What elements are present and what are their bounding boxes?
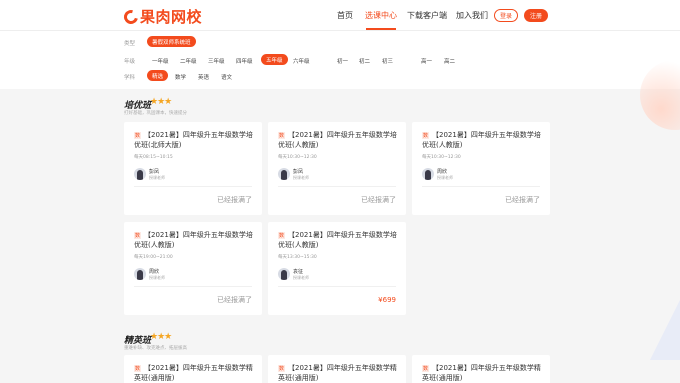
filter-type-label: 类型 [124,41,136,47]
course-title[interactable]: 【2021暑】四年级升五年级数学培优班(人教版) [422,130,546,150]
nav-download-client[interactable]: 下载客户端 [407,10,447,21]
filter-subject-english[interactable]: 英语 [198,73,209,81]
nav-home[interactable]: 首页 [337,10,353,21]
filter-grade-senior-2[interactable]: 高二 [444,57,455,65]
teacher-role: 授课老师 [437,175,453,180]
teacher-name: 彭凤 [293,169,304,175]
course-time: 每天13:30~15:30 [278,255,317,260]
teacher-role: 授课老师 [149,175,165,180]
course-time: 每天08:15~10:15 [134,155,173,160]
filter-grade-junior-1[interactable]: 初一 [337,57,348,65]
teacher-name: 袁征 [293,269,304,275]
filter-subject-math[interactable]: 数学 [175,73,186,81]
nav-course-center[interactable]: 选课中心 [365,10,397,21]
logo-icon [121,6,141,27]
teacher-name: 周欣 [149,269,160,275]
enrollment-status: 已经报满了 [361,196,396,204]
course-price: ¥699 [378,296,396,304]
course-time: 每天19:00~21:00 [134,255,173,260]
card-divider [134,286,252,287]
card-divider [134,186,252,187]
filter-grade-1[interactable]: 一年级 [152,57,169,65]
teacher-role: 授课老师 [149,275,165,280]
course-card[interactable]: 数 【2021暑】四年级升五年级数学培优班(人教版) 每天19:00~21:00… [124,222,262,315]
filter-grade-4[interactable]: 四年级 [236,57,253,65]
course-card[interactable]: 数 【2021暑】四年级升五年级数学培优班(人教版) 每天10:30~12:30… [412,122,550,215]
course-card[interactable]: 数 【2021暑】四年级升五年级数学培优班(人教版) 每天13:30~15:30… [268,222,406,315]
course-title[interactable]: 【2021暑】四年级升五年级数学培优班(北师大版) [134,130,258,150]
course-title[interactable]: 【2021暑】四年级升五年级数学精英班(通用版) [422,363,546,383]
filter-grade-junior-3[interactable]: 初三 [382,57,393,65]
filter-grade-6[interactable]: 六年级 [293,57,310,65]
course-title[interactable]: 【2021暑】四年级升五年级数学精英班(通用版) [278,363,402,383]
top-navigation-bar: 果肉网校 首页 选课中心 下载客户端 加入我们 登录 注册 [0,0,680,31]
teacher-name: 周欣 [437,169,448,175]
teacher-role: 授课老师 [293,275,309,280]
brand-logo[interactable]: 果肉网校 [121,6,203,27]
card-divider [278,186,396,187]
course-title[interactable]: 【2021暑】四年级升五年级数学精英班(通用版) [134,363,258,383]
filter-grade-2[interactable]: 二年级 [180,57,197,65]
section-subtitle: 打好基础，巩固课本，快速提分 [124,111,187,116]
course-title[interactable]: 【2021暑】四年级升五年级数学培优班(人教版) [278,130,402,150]
filter-grade-label: 年级 [124,59,136,65]
course-card[interactable]: 数 【2021暑】四年级升五年级数学精英班(通用版) [124,355,262,383]
course-card[interactable]: 数 【2021暑】四年级升五年级数学精英班(通用版) [412,355,550,383]
filter-grade-5[interactable]: 五年级 [261,54,288,65]
nav-join-us[interactable]: 加入我们 [456,10,488,21]
filter-subject-chinese[interactable]: 语文 [221,73,232,81]
card-divider [278,286,396,287]
teacher-role: 授课老师 [293,175,309,180]
teacher-avatar [422,168,434,180]
enrollment-status: 已经报满了 [217,296,252,304]
enrollment-status: 已经报满了 [217,196,252,204]
filter-grade-junior-2[interactable]: 初二 [359,57,370,65]
section-subtitle: 重难补缺、攻克难点、拓层拔高 [124,346,187,351]
teacher-avatar [134,168,146,180]
course-card[interactable]: 数 【2021暑】四年级升五年级数学培优班(人教版) 每天10:30~12:30… [268,122,406,215]
course-filters: 类型 暑假双师系统班 年级 一年级 二年级 三年级 四年级 五年级 六年级 初一… [0,31,680,89]
filter-subject-label: 学科 [124,75,136,81]
teacher-avatar [278,168,290,180]
register-button[interactable]: 注册 [524,9,548,22]
course-card[interactable]: 数 【2021暑】四年级升五年级数学精英班(通用版) [268,355,406,383]
card-divider [422,186,540,187]
course-title[interactable]: 【2021暑】四年级升五年级数学培优班(人教版) [134,230,258,250]
course-title[interactable]: 【2021暑】四年级升五年级数学培优班(人教版) [278,230,402,250]
teacher-avatar [134,268,146,280]
filter-grade-3[interactable]: 三年级 [208,57,225,65]
section-rating-stars: ★★★ [150,332,172,342]
filter-subject-featured[interactable]: 精选 [147,70,169,81]
nav-active-underline [366,28,396,30]
section-rating-stars: ★★★ [150,97,172,107]
course-card[interactable]: 数 【2021暑】四年级升五年级数学培优班(北师大版) 每天08:15~10:1… [124,122,262,215]
filter-type-summer[interactable]: 暑假双师系统班 [147,36,196,47]
course-time: 每天10:30~12:30 [278,155,317,160]
course-time: 每天10:30~12:30 [422,155,461,160]
login-button[interactable]: 登录 [494,9,518,22]
brand-name: 果肉网校 [140,8,203,26]
filter-grade-senior-1[interactable]: 高一 [421,57,432,65]
enrollment-status: 已经报满了 [505,196,540,204]
teacher-name: 彭凤 [149,169,160,175]
decorative-shape [650,300,680,360]
teacher-avatar [278,268,290,280]
